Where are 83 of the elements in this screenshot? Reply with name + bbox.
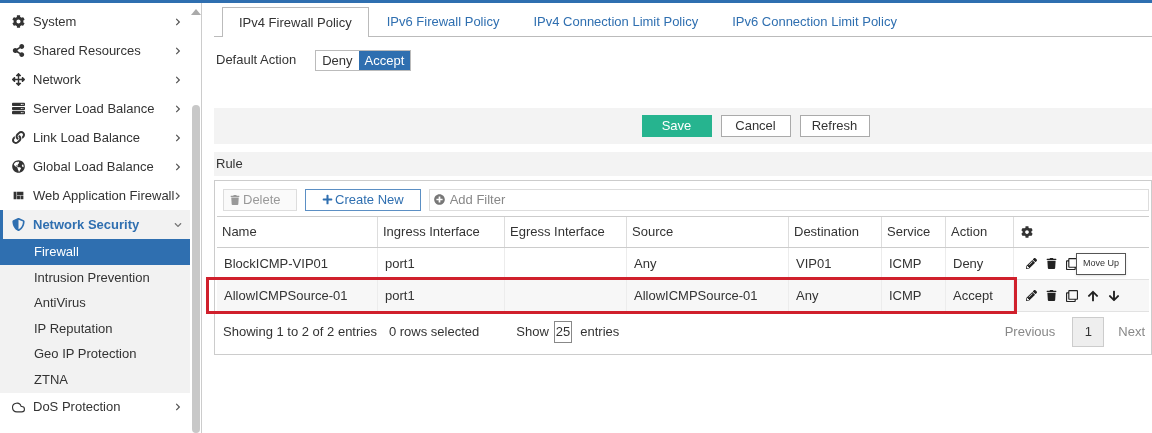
table-cell: Any: [789, 280, 882, 311]
tab[interactable]: IPv6 Firewall Policy: [370, 7, 516, 36]
copy-icon[interactable]: [1066, 289, 1078, 302]
table-cell: ICMP: [882, 248, 946, 279]
table-cell: port1: [378, 248, 505, 279]
edit-icon[interactable]: [1026, 290, 1037, 301]
scrollbar-thumb[interactable]: [191, 105, 200, 433]
sidebar-item[interactable]: Network Security: [0, 210, 190, 239]
chevron-icon: [174, 104, 182, 113]
column-header[interactable]: Ingress Interface: [378, 217, 505, 247]
sidebar-subitem[interactable]: AntiVirus: [0, 290, 190, 316]
tab[interactable]: IPv4 Firewall Policy: [222, 7, 369, 37]
column-header[interactable]: Source: [627, 217, 789, 247]
four-arrows-icon: [12, 73, 25, 86]
table-cell: ICMP: [882, 280, 946, 311]
sidebar-item[interactable]: Global Load Balance: [0, 152, 190, 181]
chevron-icon: [174, 403, 182, 412]
table-cell: AllowICMPSource-01: [627, 280, 789, 311]
table-cell: port1: [378, 280, 505, 311]
chevron-icon: [174, 133, 182, 142]
settings-icon[interactable]: [1021, 226, 1033, 238]
table-cell: Accept: [946, 280, 1014, 311]
column-header[interactable]: Name: [217, 217, 378, 247]
entries-label: entries: [580, 323, 620, 342]
page-size-field[interactable]: 25: [553, 321, 573, 343]
filter-field[interactable]: Add Filter: [428, 188, 1149, 211]
shield-icon: [12, 218, 25, 231]
gear-icon: [12, 15, 25, 28]
chevron-icon: [174, 191, 182, 200]
sidebar-subitem[interactable]: IP Reputation: [0, 315, 190, 342]
sidebar-item[interactable]: DoS Protection: [0, 392, 190, 422]
sidebar-item[interactable]: Web Application Firewall: [0, 181, 190, 210]
chevron-icon: [174, 46, 182, 55]
section-title: Rule: [216, 155, 243, 174]
move-down-icon[interactable]: [1108, 289, 1120, 302]
table-cell: Any: [627, 248, 789, 279]
chevron-icon: [174, 162, 182, 171]
refresh-button[interactable]: Refresh: [799, 115, 870, 137]
cloud-icon: [12, 400, 25, 414]
column-header[interactable]: Action: [946, 217, 1014, 247]
edit-icon[interactable]: [1026, 258, 1037, 269]
tab[interactable]: IPv6 Connection Limit Policy: [716, 7, 913, 36]
table-cell: AllowICMPSource-01: [217, 280, 378, 311]
entries-info: Showing 1 to 2 of 2 entries: [223, 323, 377, 342]
link-icon: [12, 131, 25, 144]
trash-icon[interactable]: [1046, 258, 1057, 269]
sidebar-subitem[interactable]: ZTNA: [0, 366, 190, 393]
grid-icon: [12, 189, 25, 202]
page-button[interactable]: 1: [1072, 317, 1105, 347]
trash-icon: [230, 194, 240, 205]
previous-link[interactable]: Previous: [1004, 322, 1056, 342]
table-cell: BlockICMP-VIP01: [217, 248, 378, 279]
show-label: Show: [516, 323, 549, 342]
plus-icon: [322, 194, 333, 205]
sidebar-item[interactable]: Network: [0, 65, 190, 94]
table-cell: Deny: [946, 248, 1014, 279]
chevron-icon: [174, 220, 182, 229]
sidebar-subitem[interactable]: Geo IP Protection: [0, 341, 190, 367]
selection-info: 0 rows selected: [388, 323, 480, 342]
move-up-icon[interactable]: [1087, 289, 1099, 302]
sidebar-item[interactable]: Link Load Balance: [0, 123, 190, 152]
server-icon: [12, 102, 25, 115]
tooltip: Move Up: [1076, 253, 1126, 275]
cancel-button[interactable]: Cancel: [720, 115, 791, 137]
column-header[interactable]: Egress Interface: [505, 217, 627, 247]
field-label: Default Action: [216, 51, 297, 70]
sidebar-item[interactable]: Shared Resources: [0, 36, 190, 65]
sidebar-item[interactable]: Server Load Balance: [0, 94, 190, 123]
tab[interactable]: IPv4 Connection Limit Policy: [517, 7, 715, 36]
globe-icon: [12, 160, 25, 173]
trash-icon[interactable]: [1046, 290, 1057, 301]
create-new-button[interactable]: Create New: [305, 188, 421, 211]
share-icon: [12, 44, 25, 57]
table-cell: VIP01: [789, 248, 882, 279]
sidebar-subitem[interactable]: Firewall: [0, 239, 190, 265]
chevron-icon: [174, 17, 182, 26]
column-header[interactable]: Destination: [789, 217, 882, 247]
next-link[interactable]: Next: [1118, 322, 1145, 342]
chevron-icon: [174, 75, 182, 84]
toggle-option[interactable]: Accept: [358, 50, 411, 70]
sidebar-subitem[interactable]: Intrusion Prevention: [0, 264, 190, 291]
column-header[interactable]: Service: [882, 217, 946, 247]
sidebar-item[interactable]: System: [0, 7, 190, 36]
